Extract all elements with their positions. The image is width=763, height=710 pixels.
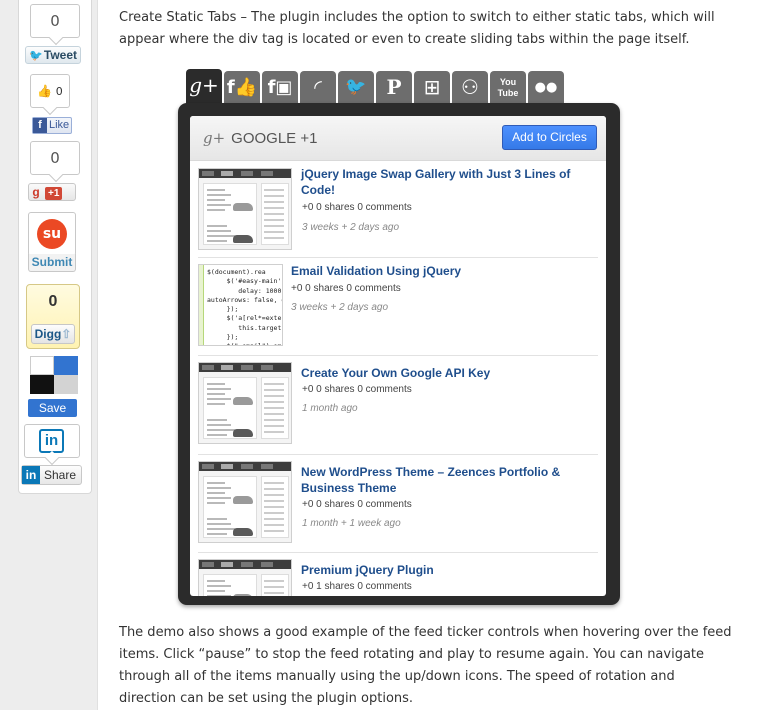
- post-title[interactable]: New WordPress Theme – Zeences Portfolio …: [301, 464, 591, 496]
- post-thumbnail[interactable]: [198, 168, 292, 250]
- facebook-like-label: Like: [49, 119, 70, 131]
- delicious-icon[interactable]: [30, 356, 78, 394]
- linkedin-small-icon: in: [22, 466, 40, 484]
- delicious-save-button[interactable]: Save: [28, 399, 77, 417]
- twitter-bird-icon: 🐦: [29, 50, 43, 62]
- post-stats: +0 1 shares 0 comments: [302, 581, 412, 592]
- twitter-icon: 🐦: [345, 77, 367, 97]
- feed-item[interactable]: $(document).rea $('#easy-main').s delay:…: [198, 258, 598, 356]
- digg-widget: 0 Digg⇧: [26, 284, 80, 349]
- people-icon: ⚇: [461, 75, 479, 99]
- digg-arrow-icon: ⇧: [61, 327, 72, 341]
- stumbleupon-icon: su: [37, 219, 67, 249]
- social-feed-widget: g+ GOOGLE +1 Add to Circles jQuery Image …: [178, 103, 620, 605]
- widget-content: g+ GOOGLE +1 Add to Circles jQuery Image …: [190, 116, 606, 596]
- digg-label: Digg: [34, 327, 62, 341]
- post-stats: +0 0 shares 0 comments: [291, 283, 401, 294]
- post-thumbnail[interactable]: [198, 461, 292, 543]
- flickr-icon: ●●: [534, 80, 558, 95]
- facebook-icon: f: [33, 118, 47, 133]
- tab-google-plus[interactable]: g+: [186, 69, 222, 105]
- tab-youtube[interactable]: You Tube: [490, 71, 526, 104]
- tab-flickr[interactable]: ●●: [528, 71, 564, 104]
- tweet-button[interactable]: 🐦 Tweet: [25, 46, 81, 64]
- rss-icon: ◜: [314, 75, 322, 99]
- stumbleupon-box[interactable]: su: [28, 212, 76, 256]
- tab-facebook-like[interactable]: f👍: [224, 71, 260, 104]
- widget-header: g+ GOOGLE +1 Add to Circles: [190, 116, 606, 161]
- gplus-count: 0: [30, 141, 80, 175]
- feed-item[interactable]: jQuery Image Swap Gallery with Just 3 Li…: [198, 162, 598, 258]
- linkedin-count-box: in: [24, 424, 80, 458]
- digg-count: 0: [48, 293, 58, 310]
- linkedin-share-label: Share: [44, 468, 77, 482]
- facebook-page-icon: f▣: [267, 77, 293, 98]
- post-thumbnail[interactable]: [198, 559, 292, 596]
- tweet-count: 0: [30, 4, 80, 38]
- article-paragraph-ticker: The demo also shows a good example of th…: [119, 625, 732, 706]
- feed-item[interactable]: Premium jQuery Plugin +0 1 shares 0 comm…: [198, 553, 598, 596]
- google-g-icon: g: [32, 185, 40, 199]
- google-plus-icon: g+: [189, 73, 219, 97]
- tab-pinterest[interactable]: P: [376, 71, 412, 104]
- article-paragraph-tabs: Create Static Tabs – The plugin includes…: [119, 10, 715, 47]
- feed-item[interactable]: New WordPress Theme – Zeences Portfolio …: [198, 455, 598, 553]
- gplus-label: +1: [45, 187, 63, 200]
- feed-item[interactable]: Create Your Own Google API Key +0 0 shar…: [198, 356, 598, 455]
- stumbleupon-submit-button[interactable]: Submit: [28, 254, 76, 272]
- tab-rss[interactable]: ◜: [300, 71, 336, 104]
- pinterest-icon: P: [386, 75, 402, 99]
- facebook-count: 0: [55, 85, 63, 98]
- facebook-like-icon: f👍: [226, 77, 258, 98]
- add-to-circles-button[interactable]: Add to Circles: [502, 125, 597, 150]
- widget-title: g+ GOOGLE +1: [203, 129, 317, 147]
- gplus-button[interactable]: g +1: [28, 183, 76, 201]
- post-stats: +0 0 shares 0 comments: [302, 384, 412, 395]
- post-age: 3 weeks + 2 days ago: [302, 222, 400, 233]
- youtube-icon: You Tube: [497, 77, 519, 98]
- thumbs-up-icon: 👍: [37, 84, 53, 98]
- widget-title-text: GOOGLE +1: [231, 130, 318, 147]
- linkedin-icon: in: [39, 429, 64, 453]
- post-thumbnail-code[interactable]: $(document).rea $('#easy-main').s delay:…: [198, 264, 283, 346]
- post-title[interactable]: Email Validation Using jQuery: [291, 263, 591, 279]
- tab-facebook[interactable]: f▣: [262, 71, 298, 104]
- post-age: 3 weeks + 2 days ago: [291, 302, 389, 313]
- tweet-label: Tweet: [43, 48, 77, 62]
- tab-twitter[interactable]: 🐦: [338, 71, 374, 104]
- facebook-count-box: 👍 0: [30, 74, 70, 108]
- post-title[interactable]: Premium jQuery Plugin: [301, 562, 591, 578]
- facebook-like-button[interactable]: f Like: [32, 117, 72, 134]
- post-age: 1 month + 1 week ago: [302, 518, 401, 529]
- tab-people[interactable]: ⚇: [452, 71, 488, 104]
- digg-button[interactable]: Digg⇧: [31, 324, 75, 344]
- google-plus-title-icon: g+: [203, 129, 226, 147]
- post-thumbnail[interactable]: [198, 362, 292, 444]
- tab-windows[interactable]: ⊞: [414, 71, 450, 104]
- post-title[interactable]: jQuery Image Swap Gallery with Just 3 Li…: [301, 166, 591, 198]
- post-stats: +0 0 shares 0 comments: [302, 202, 412, 213]
- post-age: 1 month ago: [302, 403, 358, 414]
- post-title[interactable]: Create Your Own Google API Key: [301, 365, 591, 381]
- post-stats: +0 0 shares 0 comments: [302, 499, 412, 510]
- linkedin-share-button[interactable]: in Share: [21, 465, 82, 485]
- windows-icon: ⊞: [423, 75, 441, 99]
